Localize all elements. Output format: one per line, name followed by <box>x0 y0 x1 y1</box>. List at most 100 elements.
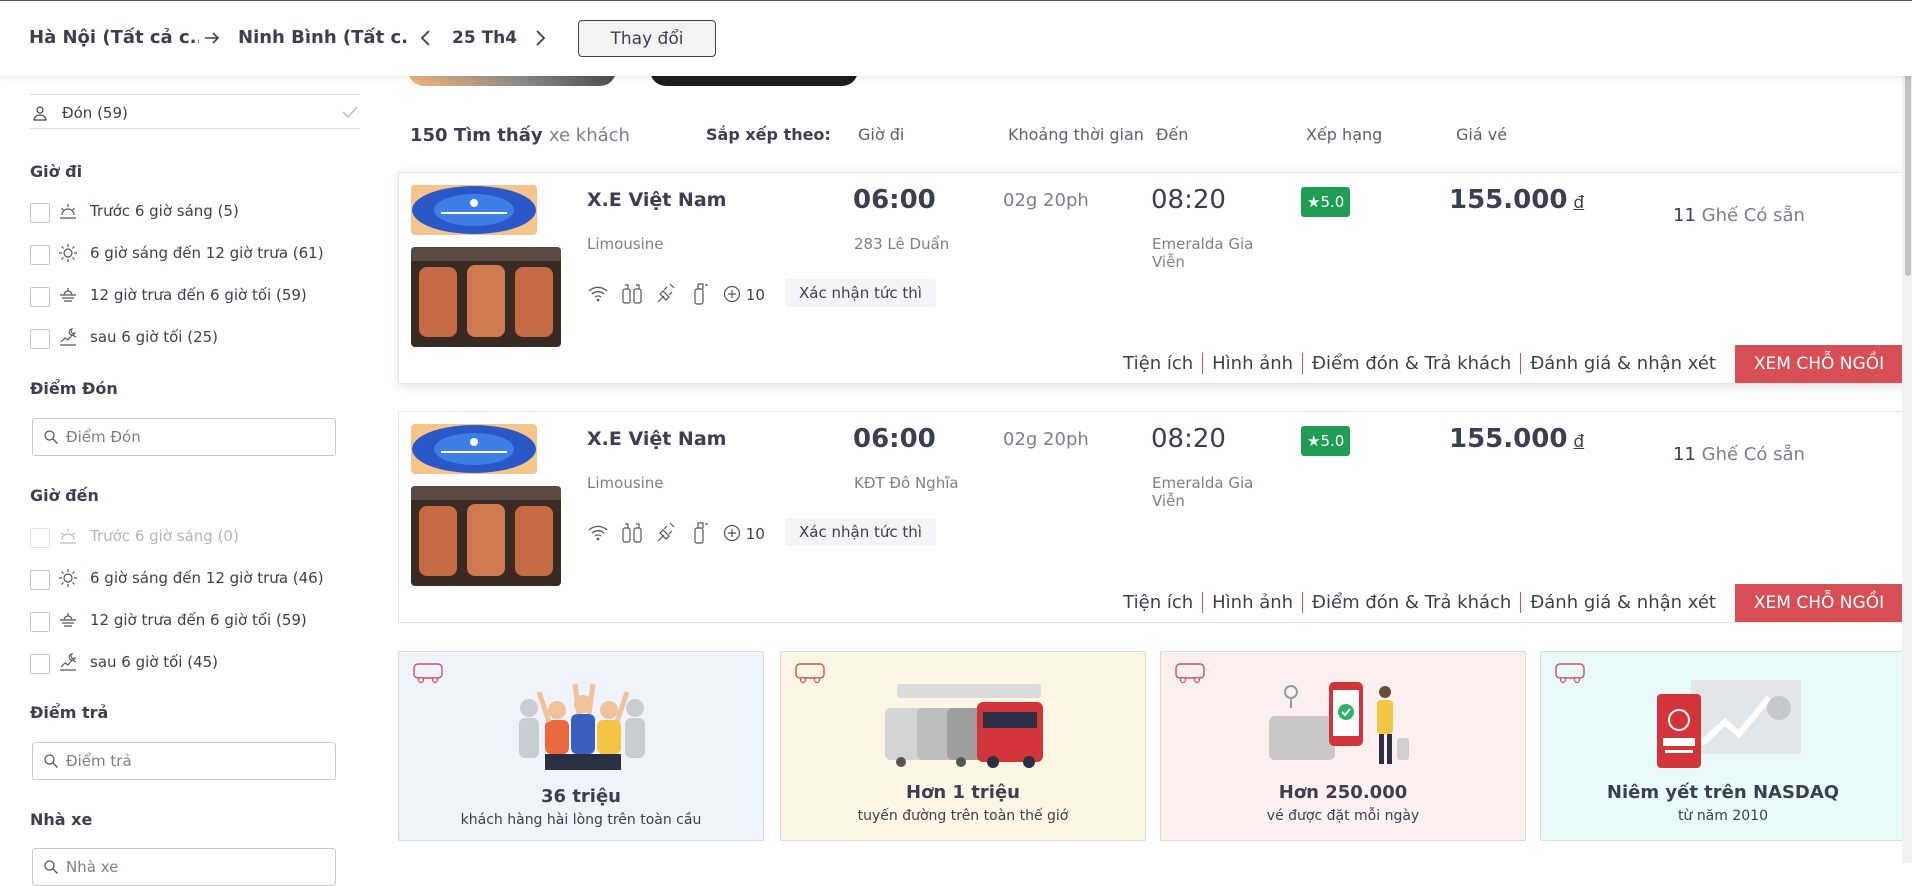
option-label: sau 6 giờ tối (25) <box>90 328 219 346</box>
price-value: 155.000 <box>1449 185 1568 215</box>
reviews-link[interactable]: Đánh giá & nhận xét <box>1520 353 1725 374</box>
rating-value: 5.0 <box>1320 193 1345 211</box>
search-icon <box>44 430 58 444</box>
star-icon: ★ <box>1307 432 1321 450</box>
redbus-logo-icon <box>413 663 443 684</box>
bus-type: Limousine <box>587 235 664 253</box>
departure-time-title: Giờ đi <box>30 162 83 181</box>
filter-sidebar: Đón (59) Giờ đi Trước 6 giờ sáng (5) 6 g… <box>0 76 390 886</box>
arrival-time-option[interactable]: 12 giờ trưa đến 6 giờ tối (59) <box>30 609 360 632</box>
hammer-icon <box>694 522 708 544</box>
bus-photo[interactable] <box>411 247 561 347</box>
checkbox[interactable] <box>30 329 50 349</box>
scrollbar-thumb[interactable] <box>1905 48 1911 276</box>
travel-date[interactable]: 25 Th4 <box>452 28 517 48</box>
chevron-left-icon[interactable] <box>418 28 434 48</box>
photos-link[interactable]: Hình ảnh <box>1202 592 1302 613</box>
departure-time-option[interactable]: Trước 6 giờ sáng (5) <box>30 200 360 223</box>
ticket-booking-illustration <box>1269 682 1409 764</box>
sort-price[interactable]: Giá vé <box>1456 125 1507 144</box>
pickup-point-placeholder: Điểm Đón <box>66 428 141 446</box>
departure-time-option[interactable]: 6 giờ sáng đến 12 giờ trưa (61) <box>30 242 360 265</box>
sort-duration[interactable]: Khoảng thời gian <box>1008 125 1144 144</box>
arrival-time: 08:20 <box>1151 185 1226 215</box>
departure-point: KĐT Đô Nghĩa <box>854 474 959 492</box>
rating-badge: ★5.0 <box>1301 187 1351 217</box>
boarding-points-link[interactable]: Điểm đón & Trả khách <box>1302 353 1520 374</box>
promo-subtitle: tuyến đường trên toàn thế giớ <box>857 808 1069 824</box>
sort-rating[interactable]: Xếp hạng <box>1306 125 1382 144</box>
option-label: Trước 6 giờ sáng (0) <box>90 527 239 545</box>
pickup-point-search[interactable]: Điểm Đón <box>32 418 336 456</box>
pickup-count-label: Đón (59) <box>62 104 128 122</box>
departure-time-option[interactable]: 12 giờ trưa đến 6 giờ tối (59) <box>30 284 360 307</box>
sun-icon <box>59 569 77 587</box>
checkbox[interactable] <box>30 654 50 674</box>
seats-available: 11 Ghế Có sẵn <box>1673 205 1805 226</box>
operator-search[interactable]: Nhà xe <box>32 848 336 886</box>
promo-title: Hơn 1 triệu <box>906 782 1020 803</box>
promo-card: Niêm yết trên NASDAQ từ năm 2010 <box>1540 651 1906 841</box>
sunset-icon <box>60 613 76 627</box>
bus-card[interactable]: X.E Việt Nam Limousine 10 Xác nhận tức t… <box>398 172 1904 384</box>
view-seats-button[interactable]: XEM CHỖ NGỒI <box>1735 584 1903 622</box>
hammer-icon <box>694 283 708 305</box>
amenities-link[interactable]: Tiện ích <box>1114 353 1202 374</box>
more-amenities[interactable]: 10 <box>723 524 765 543</box>
arrival-time-option[interactable]: sau 6 giờ tối (45) <box>30 651 360 674</box>
operator-name: X.E Việt Nam <box>587 428 727 450</box>
sort-departure[interactable]: Giờ đi <box>858 125 904 144</box>
reviews-link[interactable]: Đánh giá & nhận xét <box>1520 592 1725 613</box>
checkbox[interactable] <box>30 203 50 223</box>
amenities-link[interactable]: Tiện ích <box>1114 592 1202 613</box>
to-city[interactable]: Ninh Bình (Tất c... <box>238 27 408 48</box>
operator-title: Nhà xe <box>30 810 93 829</box>
change-search-button[interactable]: Thay đổi <box>578 20 716 57</box>
bus-card[interactable]: X.E Việt Nam Limousine 10 Xác nhận tức t… <box>398 411 1904 623</box>
photos-link[interactable]: Hình ảnh <box>1202 353 1302 374</box>
promo-subtitle: vé được đặt mỗi ngày <box>1266 808 1420 824</box>
results-count-suffix: xe khách <box>548 125 630 146</box>
night-icon <box>60 328 77 346</box>
pickup-filter[interactable]: Đón (59) <box>30 94 360 129</box>
chevron-right-icon[interactable] <box>532 28 548 48</box>
boarding-points-link[interactable]: Điểm đón & Trả khách <box>1302 592 1520 613</box>
seats-label: Ghế Có sẵn <box>1701 205 1805 226</box>
sort-label: Sắp xếp theo: <box>706 125 831 144</box>
more-amenities-count: 10 <box>745 525 765 543</box>
bus-detail-links: Tiện ích Hình ảnh Điểm đón & Trả khách Đ… <box>1114 592 1725 613</box>
departure-time-option[interactable]: sau 6 giờ tối (25) <box>30 326 360 349</box>
rating-badge: ★5.0 <box>1301 426 1351 456</box>
from-city[interactable]: Hà Nội (Tất cả c... <box>29 27 199 48</box>
charging-icon <box>657 522 675 542</box>
more-amenities[interactable]: 10 <box>723 285 765 304</box>
sunrise-icon <box>60 204 76 219</box>
view-seats-button[interactable]: XEM CHỖ NGỒI <box>1735 345 1903 383</box>
wifi-icon <box>588 286 608 302</box>
option-label: 12 giờ trưa đến 6 giờ tối (59) <box>90 286 307 304</box>
duration: 02g 20ph <box>1003 190 1089 211</box>
departure-time: 06:00 <box>853 185 936 215</box>
search-icon <box>44 860 58 874</box>
sort-arrival[interactable]: Đến <box>1156 125 1188 144</box>
star-icon: ★ <box>1307 193 1321 211</box>
promo-card: Hơn 1 triệu tuyến đường trên toàn thế gi… <box>780 651 1146 841</box>
bus-photo[interactable] <box>411 486 561 586</box>
checkbox[interactable] <box>30 287 50 307</box>
checkbox[interactable] <box>30 570 50 590</box>
option-label: Trước 6 giờ sáng (5) <box>90 202 239 220</box>
promo-subtitle: khách hàng hài lòng trên toàn cầu <box>460 812 702 828</box>
drop-point-search[interactable]: Điểm trả <box>32 742 336 780</box>
checkbox[interactable] <box>30 612 50 632</box>
more-amenities-count: 10 <box>745 286 765 304</box>
arrival-time-title: Giờ đến <box>30 486 99 505</box>
seats-label: Ghế Có sẵn <box>1701 444 1805 465</box>
arrival-time-option[interactable]: 6 giờ sáng đến 12 giờ trưa (46) <box>30 567 360 590</box>
promo-title: Hơn 250.000 <box>1278 782 1408 803</box>
seats-count: 11 <box>1673 205 1696 226</box>
promo-subtitle: từ năm 2010 <box>1678 808 1768 824</box>
option-label: 12 giờ trưa đến 6 giờ tối (59) <box>90 611 307 629</box>
results-count-number: 150 Tìm thấy <box>410 125 543 146</box>
price: 155.000 đ <box>1449 185 1584 215</box>
checkbox[interactable] <box>30 245 50 265</box>
